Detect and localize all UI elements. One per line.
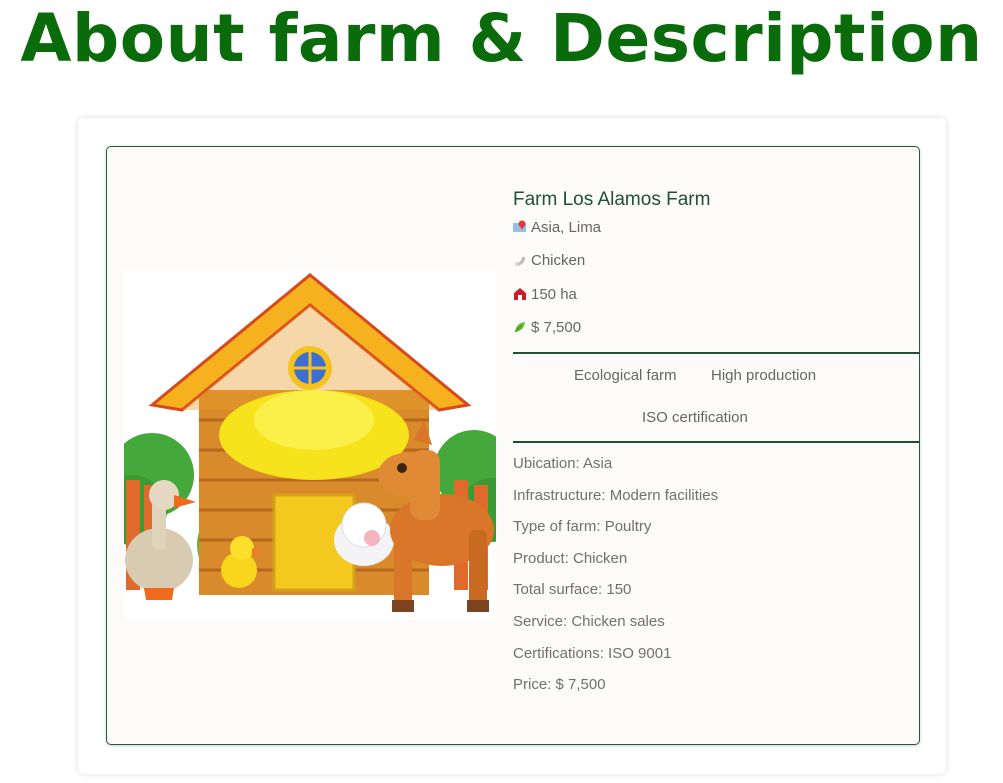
farm-details: Ubication: Asia Infrastructure: Modern f… <box>513 454 718 707</box>
detail-price: Price: $ 7,500 <box>513 676 606 694</box>
detail-surface: Total surface: 150 <box>513 581 632 599</box>
detail-infrastructure: Infrastructure: Modern facilities <box>513 486 719 504</box>
farm-image <box>124 270 496 620</box>
farm-location: Asia, Lima <box>531 218 602 236</box>
product-row: Chicken <box>513 250 585 270</box>
chicken-leg-icon <box>515 256 526 266</box>
farm-info: Farm Los Alamos Farm Asia, Lima Chicken <box>513 147 919 744</box>
farm-area: 150 ha <box>531 285 577 303</box>
location-row: Asia, Lima <box>513 217 601 237</box>
area-row: 150 ha <box>513 284 577 304</box>
detail-ubication: Ubication: Asia <box>513 455 613 472</box>
farm-name: Farm Los Alamos Farm <box>513 189 711 210</box>
barn-icon <box>514 288 526 300</box>
detail-service: Service: Chicken sales <box>513 612 665 630</box>
divider-bottom <box>513 441 919 443</box>
farm-card-container: Farm Los Alamos Farm Asia, Lima Chicken <box>78 118 946 774</box>
leaf-icon <box>514 322 525 333</box>
farm-price: $ 7,500 <box>531 318 582 336</box>
farm-card: Farm Los Alamos Farm Asia, Lima Chicken <box>106 146 920 745</box>
tag-ecological: Ecological farm <box>574 367 677 384</box>
detail-certifications: Certifications: ISO 9001 <box>513 644 672 662</box>
price-row: $ 7,500 <box>513 317 581 337</box>
detail-type: Type of farm: Poultry <box>513 518 652 536</box>
farm-tags: Ecological farm High production ISO cert… <box>513 355 883 441</box>
tag-iso: ISO certification <box>642 409 748 426</box>
map-pin-icon <box>513 220 526 232</box>
tag-high-production: High production <box>711 367 817 384</box>
divider-top <box>513 352 919 354</box>
page-title: About farm & Description <box>20 0 983 77</box>
farm-product: Chicken <box>531 251 586 269</box>
detail-product: Product: Chicken <box>513 549 628 567</box>
